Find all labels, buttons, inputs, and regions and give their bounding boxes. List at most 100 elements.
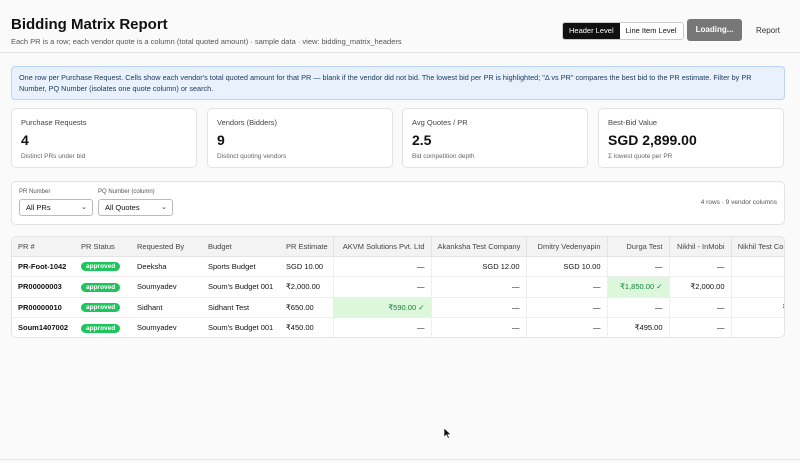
stat-subtext: Distinct PRs under bid: [21, 153, 86, 160]
vendor-quote-cell: —: [430, 317, 526, 337]
best-bid-cell: ₹590.00 ✓: [332, 297, 431, 318]
table-row[interactable]: PR00000003 approved Soumyadev Soum's Bud…: [12, 276, 784, 298]
pr-status-cell: approved: [75, 297, 131, 318]
pr-number-value: All PRs: [26, 203, 51, 212]
stat-value: 9: [217, 132, 225, 148]
column-header-requested-by[interactable]: Requested By: [131, 237, 202, 257]
column-header-vendor[interactable]: Durga Test: [606, 237, 669, 257]
stat-value: 2.5: [412, 132, 432, 148]
column-header-vendor[interactable]: Dmitry Vedenyapin: [525, 237, 607, 257]
vendor-quote-cell: —: [730, 317, 784, 337]
header-level-button[interactable]: Header Level: [563, 23, 620, 39]
table-row[interactable]: PR-Foot-1042 approved Deeksha Sports Bud…: [12, 256, 784, 277]
status-badge: approved: [81, 282, 121, 292]
stat-label: Purchase Requests: [21, 118, 87, 127]
column-header-vendor[interactable]: Nikhil Test Company: [730, 237, 784, 257]
pr-number-cell: PR00000010: [12, 297, 75, 318]
pr-status-cell: approved: [75, 276, 131, 298]
column-header-vendor[interactable]: Nikhil - InMobi: [668, 237, 731, 257]
table-row[interactable]: PR00000010 approved Sidhant Sidhant Test…: [12, 297, 784, 318]
pr-number-select[interactable]: All PRs ⌄: [19, 199, 93, 216]
pq-number-label: PQ Number (column): [98, 189, 155, 195]
row-count: 4 rows · 9 vendor columns: [700, 199, 777, 206]
chevron-down-icon: ⌄: [81, 204, 87, 211]
column-header-pr-estimate[interactable]: PR Estimate: [280, 237, 333, 257]
stat-card-vendors: Vendors (Bidders) 9 Distinct quoting ven…: [207, 108, 393, 168]
vendor-quote-cell: —: [730, 256, 784, 277]
table-row[interactable]: Soum1407002 approved Soumyadev Soum's Bu…: [12, 317, 784, 337]
vendor-quote-cell: SGD 10.00: [525, 256, 607, 277]
best-bid-cell: ₹1,850.00 ✓: [606, 276, 669, 298]
header-divider: [0, 52, 800, 53]
pr-status-cell: approved: [75, 317, 131, 337]
stat-subtext: Distinct quoting vendors: [217, 153, 287, 160]
stat-card-avg-quotes: Avg Quotes / PR 2.5 Bid competition dept…: [402, 108, 588, 168]
bidding-matrix-table[interactable]: PR # PR Status Requested By Budget PR Es…: [11, 236, 785, 338]
vendor-quote-cell: —: [668, 297, 731, 318]
budget-cell: Soum's Budget 001: [202, 276, 280, 298]
pq-number-select[interactable]: All Quotes ⌄: [98, 199, 173, 216]
pr-estimate-cell: ₹650.00: [280, 297, 333, 318]
requested-by-cell: Sidhant: [131, 297, 202, 318]
status-badge: approved: [81, 323, 121, 333]
table-header-row: PR # PR Status Requested By Budget PR Es…: [12, 237, 784, 257]
stat-value: SGD 2,899.00: [608, 132, 697, 148]
footer-divider: [0, 459, 800, 460]
vendor-quote-cell: ₹705.0: [730, 297, 784, 318]
budget-cell: Sports Budget: [202, 256, 280, 277]
vendor-quote-cell: —: [668, 256, 731, 277]
pr-estimate-cell: ₹2,000.00: [280, 276, 333, 298]
requested-by-cell: Soumyadev: [131, 276, 202, 298]
pr-number-cell: PR00000003: [12, 276, 75, 298]
stat-card-purchase-requests: Purchase Requests 4 Distinct PRs under b…: [11, 108, 197, 168]
requested-by-cell: Soumyadev: [131, 317, 202, 337]
filter-panel: PR Number All PRs ⌄ PQ Number (column) A…: [11, 181, 785, 225]
pq-number-filter: PQ Number (column) All Quotes ⌄: [98, 189, 173, 216]
vendor-quote-cell: —: [606, 297, 669, 318]
column-header-budget[interactable]: Budget: [202, 237, 280, 257]
stat-card-best-bid-value: Best-Bid Value SGD 2,899.00 Σ lowest quo…: [598, 108, 784, 168]
stat-subtext: Bid competition depth: [412, 153, 475, 160]
pq-number-value: All Quotes: [105, 203, 140, 212]
requested-by-cell: Deeksha: [131, 256, 202, 277]
pr-number-cell: Soum1407002: [12, 317, 75, 337]
pr-number-label: PR Number: [19, 189, 51, 195]
vendor-quote-cell: —: [606, 256, 669, 277]
vendor-quote-cell: —: [332, 317, 431, 337]
pr-status-cell: approved: [75, 256, 131, 277]
pr-number-filter: PR Number All PRs ⌄: [19, 189, 93, 216]
info-banner: One row per Purchase Request. Cells show…: [11, 66, 785, 100]
vendor-quote-cell: —: [525, 317, 607, 337]
report-button[interactable]: Report: [756, 26, 780, 35]
pr-estimate-cell: ₹450.00: [280, 317, 333, 337]
vendor-quote-cell: —: [430, 297, 526, 318]
loading-button[interactable]: Loading...: [687, 19, 742, 41]
vendor-quote-cell: —: [525, 276, 607, 298]
view-level-toggle: Header Level Line Item Level: [562, 22, 684, 40]
column-header-vendor[interactable]: Akanksha Test Company: [430, 237, 526, 257]
budget-cell: Soum's Budget 001: [202, 317, 280, 337]
line-item-level-button[interactable]: Line Item Level: [619, 23, 683, 39]
budget-cell: Sidhant Test: [202, 297, 280, 318]
pr-estimate-cell: SGD 10.00: [280, 256, 333, 277]
pr-number-cell: PR-Foot-1042: [12, 256, 75, 277]
vendor-quote-cell: —: [730, 276, 784, 298]
stat-label: Best-Bid Value: [608, 118, 658, 127]
vendor-quote-cell: —: [332, 276, 431, 298]
stat-value: 4: [21, 132, 29, 148]
vendor-quote-cell: —: [525, 297, 607, 318]
vendor-quote-cell: SGD 12.00: [430, 256, 526, 277]
vendor-quote-cell: —: [668, 317, 731, 337]
status-badge: approved: [81, 262, 121, 272]
vendor-quote-cell: —: [332, 256, 431, 277]
chevron-down-icon: ⌄: [161, 204, 167, 211]
status-badge: approved: [81, 303, 121, 313]
column-header-pr-status[interactable]: PR Status: [75, 237, 131, 257]
stat-subtext: Σ lowest quote per PR: [608, 153, 673, 160]
column-header-pr-number[interactable]: PR #: [12, 237, 75, 257]
vendor-quote-cell: —: [430, 276, 526, 298]
stat-label: Avg Quotes / PR: [412, 118, 468, 127]
vendor-quote-cell: ₹495.00: [606, 317, 669, 337]
stat-label: Vendors (Bidders): [217, 118, 278, 127]
column-header-vendor[interactable]: AKVM Solutions Pvt. Ltd: [332, 237, 431, 257]
